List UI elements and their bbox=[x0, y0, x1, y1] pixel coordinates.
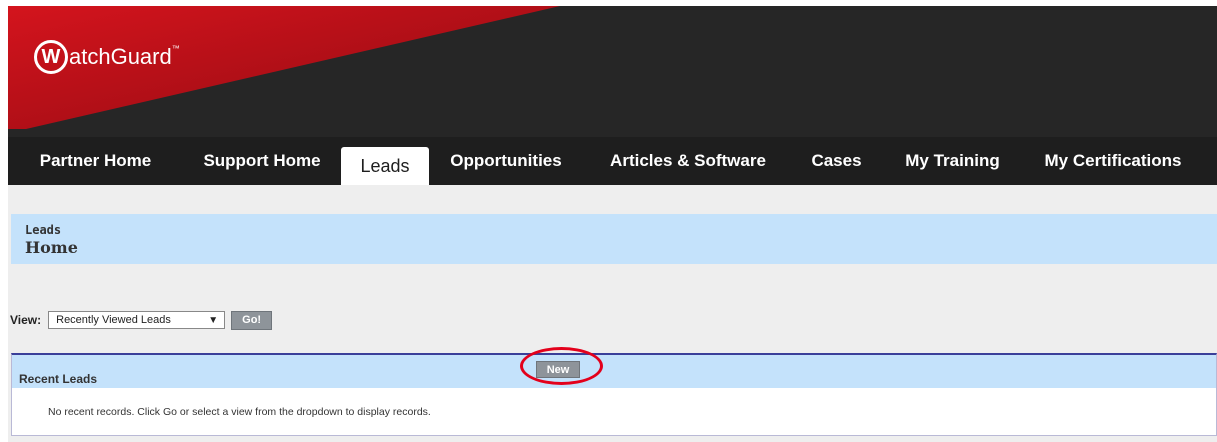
tab-my-training[interactable]: My Training bbox=[880, 137, 1025, 185]
main-nav: Partner Home Support Home Leads Opportun… bbox=[8, 137, 1217, 185]
page-title: Home bbox=[25, 238, 78, 257]
empty-records-message: No recent records. Click Go or select a … bbox=[48, 406, 431, 418]
tab-support-home[interactable]: Support Home bbox=[183, 137, 341, 185]
watchguard-logo[interactable]: W atchGuard™ bbox=[34, 40, 180, 74]
site-header: W atchGuard™ bbox=[8, 6, 1217, 137]
view-label: View: bbox=[10, 313, 42, 327]
recent-leads-title: Recent Leads bbox=[19, 372, 98, 386]
logo-wordmark: atchGuard™ bbox=[69, 44, 180, 69]
tab-opportunities[interactable]: Opportunities bbox=[429, 137, 583, 185]
page-type: Leads bbox=[25, 223, 62, 237]
logo-w-mark: W bbox=[34, 40, 68, 74]
recent-leads-header: Recent Leads New bbox=[12, 355, 1216, 388]
dropdown-arrow-icon: ▼ bbox=[208, 315, 219, 326]
go-button[interactable]: Go! bbox=[231, 310, 273, 330]
recent-leads-panel: Recent Leads New No recent records. Clic… bbox=[11, 353, 1217, 436]
page-header: Leads Home bbox=[11, 214, 1217, 264]
header-red-wedge bbox=[8, 6, 560, 129]
view-dropdown[interactable]: Recently Viewed Leads ▼ bbox=[48, 311, 226, 329]
view-selected-value: Recently Viewed Leads bbox=[56, 314, 171, 326]
new-button-highlight-circle bbox=[520, 347, 603, 385]
tab-articles-software[interactable]: Articles & Software bbox=[583, 137, 793, 185]
view-selector-row: View: Recently Viewed Leads ▼ Go! bbox=[10, 309, 273, 331]
tab-my-certifications[interactable]: My Certifications bbox=[1025, 137, 1201, 185]
tab-partner-home[interactable]: Partner Home bbox=[8, 137, 183, 185]
tab-leads[interactable]: Leads bbox=[341, 147, 429, 185]
tab-cases[interactable]: Cases bbox=[793, 137, 880, 185]
